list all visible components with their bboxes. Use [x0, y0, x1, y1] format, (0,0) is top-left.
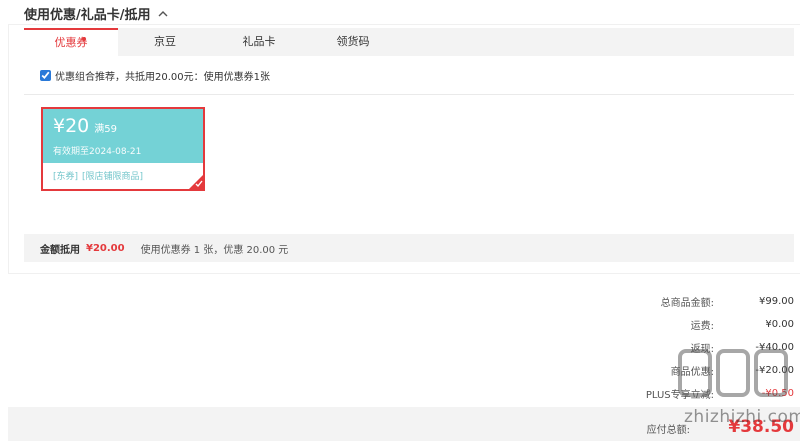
total-value: -¥20.00	[755, 365, 794, 376]
divider	[24, 94, 794, 95]
combo-recommendation[interactable]: 优惠组合推荐，共抵用20.00元：使用优惠券1张	[40, 68, 270, 83]
tab-label: 领货码	[336, 35, 370, 48]
coupon-amount: ¥20	[53, 115, 90, 137]
payable-bar: 应付总额: ¥38.50	[8, 407, 800, 441]
total-row: 总商品金额: ¥99.00	[494, 290, 794, 313]
section-header[interactable]: 使用优惠/礼品卡/抵用	[24, 4, 169, 23]
coupon-card[interactable]: ¥20 满59 有效期至2024-08-21 [东券] [限店铺限商品]	[41, 107, 205, 191]
total-label: PLUS专享立减:	[645, 390, 714, 401]
total-label: 运费:	[690, 321, 714, 332]
discount-summary: 金额抵用 ¥20.00 使用优惠券 1 张，优惠 20.00 元	[24, 234, 794, 262]
total-row: 运费: ¥0.00	[494, 313, 794, 336]
tab-label: 礼品卡	[242, 35, 276, 48]
tab-label: 京豆	[154, 35, 176, 48]
coupon-condition: 满59	[94, 124, 117, 135]
total-value: -¥0.50	[761, 388, 794, 399]
selected-check-icon	[189, 175, 203, 189]
summary-description: 使用优惠券 1 张，优惠 20.00 元	[140, 244, 289, 256]
total-row: 返现: -¥40.00	[494, 336, 794, 359]
tab-jingdou[interactable]: 京豆	[118, 28, 212, 56]
coupon-header: ¥20 满59 有效期至2024-08-21	[43, 109, 203, 163]
tab-coupons[interactable]: 优惠券	[24, 28, 118, 56]
total-label: 商品优惠:	[670, 367, 714, 378]
payable-value: ¥38.50	[728, 417, 794, 437]
total-value: ¥0.00	[765, 319, 794, 330]
combo-label: 优惠组合推荐，共抵用20.00元：使用优惠券1张	[55, 72, 270, 83]
summary-label: 金额抵用	[40, 244, 80, 256]
summary-value: ¥20.00	[86, 242, 125, 254]
coupon-tags: [东券] [限店铺限商品]	[43, 163, 203, 182]
tab-redeem-code[interactable]: 领货码	[306, 28, 400, 56]
payable-label: 应付总额:	[646, 425, 690, 436]
notification-dot	[82, 37, 86, 41]
combo-checkbox[interactable]	[40, 70, 51, 81]
discount-tabs: 优惠券 京豆 礼品卡 领货码	[24, 28, 794, 56]
coupon-tag: [东券]	[53, 172, 79, 182]
chevron-up-icon[interactable]	[157, 8, 169, 20]
total-value: ¥99.00	[759, 296, 794, 307]
coupon-validity: 有效期至2024-08-21	[53, 147, 142, 157]
total-value: -¥40.00	[755, 342, 794, 353]
total-label: 总商品金额:	[660, 298, 714, 309]
coupon-tag: [限店铺限商品]	[82, 172, 144, 182]
order-totals: 总商品金额: ¥99.00 运费: ¥0.00 返现: -¥40.00 商品优惠…	[494, 290, 794, 405]
total-label: 返现:	[690, 344, 714, 355]
coupon-amount-row: ¥20 满59	[53, 115, 203, 141]
section-title: 使用优惠/礼品卡/抵用	[24, 8, 151, 23]
tab-gift-card[interactable]: 礼品卡	[212, 28, 306, 56]
total-row: PLUS专享立减: -¥0.50	[494, 382, 794, 405]
total-row: 商品优惠: -¥20.00	[494, 359, 794, 382]
